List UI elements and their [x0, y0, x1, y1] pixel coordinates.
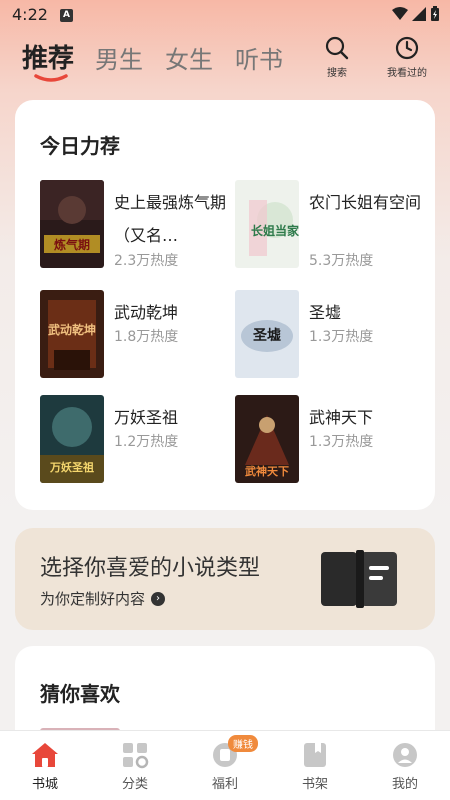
history-button[interactable]: 我看过的 [377, 35, 437, 79]
nav-label: 书城 [31, 777, 58, 792]
tab-active-indicator [34, 74, 68, 82]
svg-text:武神天下: 武神天下 [245, 464, 289, 478]
nav-label: 福利 [211, 777, 238, 792]
book-heat: 1.2万热度 [114, 434, 179, 450]
book-title: 武动乾坤 [114, 303, 179, 322]
bookshelf-icon [304, 743, 326, 767]
status-bar: 4:22 A [0, 0, 450, 30]
search-button[interactable]: 搜索 [307, 35, 367, 79]
tab-recommend[interactable]: 推荐 [22, 38, 74, 75]
book-cover: 圣墟 [235, 290, 299, 378]
book-cover: 长姐当家 [235, 180, 299, 268]
nav-label: 我的 [391, 777, 418, 792]
book-cover: 炼气期 [40, 180, 104, 268]
history-label: 我看过的 [387, 68, 427, 79]
signal-icon [412, 7, 426, 21]
nav-profile[interactable]: 我的 [360, 731, 450, 800]
recommend-title: 今日力荐 [40, 134, 120, 158]
book-heat: 1.3万热度 [309, 329, 374, 345]
recommend-card: 今日力荐 炼气期 史上最强炼气期（又名… 2.3万热度 长姐当家 农门长姐有空间… [15, 100, 435, 510]
search-icon [325, 36, 349, 60]
earn-badge: 赚钱 [228, 735, 258, 752]
book-title: 农门长姐有空间 [309, 193, 422, 212]
book-heat: 5.3万热度 [309, 253, 374, 269]
svg-text:炼气期: 炼气期 [54, 237, 90, 252]
nav-category[interactable]: 分类 [90, 731, 180, 800]
svg-text:万妖圣祖: 万妖圣祖 [49, 460, 94, 474]
book-title: 万妖圣祖 [114, 408, 179, 427]
book-cover: 武动乾坤 [40, 290, 104, 378]
wifi-icon [392, 7, 408, 20]
book-cover: 万妖圣祖 [40, 395, 104, 483]
system-icons [392, 6, 440, 22]
book-item[interactable]: 炼气期 史上最强炼气期（又名… 2.3万热度 [40, 180, 235, 272]
nav-bookstore[interactable]: 书城 [0, 731, 90, 800]
svg-text:长姐当家: 长姐当家 [251, 223, 299, 238]
nav-bookshelf[interactable]: 书架 [270, 731, 360, 800]
book-title: 史上最强炼气期（又名… [114, 193, 227, 245]
book-heat: 1.8万热度 [114, 329, 179, 345]
search-label: 搜索 [327, 68, 347, 79]
tab-female[interactable]: 女生 [165, 40, 213, 75]
top-header: 推荐 男生 女生 听书 搜索 我看过的 [0, 30, 450, 90]
book-item[interactable]: 武神天下 武神天下 1.3万热度 [235, 395, 430, 487]
profile-icon [393, 743, 417, 767]
book-icon [321, 550, 397, 608]
clock-icon [395, 36, 419, 60]
tab-male[interactable]: 男生 [95, 40, 143, 75]
banner-title: 选择你喜爱的小说类型 [40, 556, 261, 581]
book-title: 武神天下 [309, 408, 374, 427]
home-icon [32, 743, 58, 767]
battery-icon [431, 6, 439, 21]
book-item[interactable]: 万妖圣祖 万妖圣祖 1.2万热度 [40, 395, 235, 487]
book-item[interactable]: 长姐当家 农门长姐有空间 5.3万热度 [235, 180, 430, 272]
genre-select-banner[interactable]: 选择你喜爱的小说类型 为你定制好内容 › [15, 528, 435, 630]
notification-icon: A [60, 9, 73, 22]
nav-welfare[interactable]: 赚钱 福利 [180, 731, 270, 800]
svg-text:武动乾坤: 武动乾坤 [48, 322, 96, 337]
banner-subtitle: 为你定制好内容 › [40, 588, 166, 609]
category-icon [123, 743, 149, 769]
book-item[interactable]: 武动乾坤 武动乾坤 1.8万热度 [40, 290, 235, 382]
book-item[interactable]: 圣墟 圣墟 1.3万热度 [235, 290, 430, 382]
book-heat: 2.3万热度 [114, 253, 179, 269]
book-cover: 武神天下 [235, 395, 299, 483]
guess-title: 猜你喜欢 [40, 682, 120, 706]
bottom-nav: 书城 分类 赚钱 福利 书架 我的 [0, 730, 450, 800]
arrow-right-icon: › [151, 591, 166, 606]
status-time: 4:22 [12, 5, 48, 24]
nav-label: 分类 [121, 777, 148, 792]
tab-audio[interactable]: 听书 [235, 40, 283, 75]
book-title: 圣墟 [309, 303, 342, 322]
svg-text:圣墟: 圣墟 [252, 327, 281, 344]
book-heat: 1.3万热度 [309, 434, 374, 450]
nav-label: 书架 [301, 777, 328, 792]
